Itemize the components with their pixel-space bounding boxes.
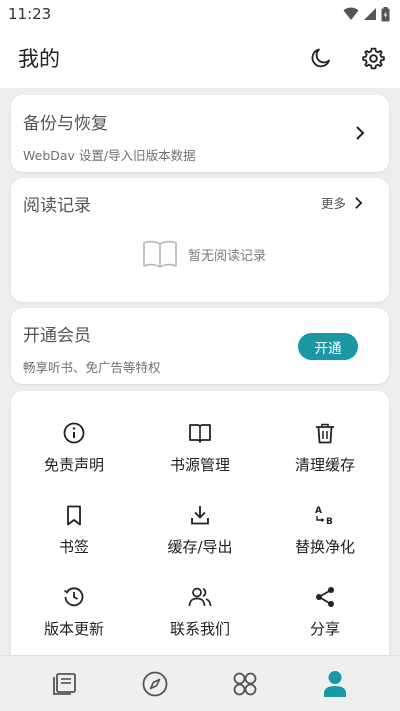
bookshelf-icon: [53, 672, 76, 695]
bottom-navigation: [0, 655, 400, 711]
reading-title: 阅读记录: [23, 196, 91, 216]
reading-empty-state: 暂无阅读记录: [142, 239, 266, 269]
empty-book-icon: [143, 240, 177, 268]
tool-book-source[interactable]: 书源管理: [140, 421, 260, 489]
page-title: 我的: [18, 47, 60, 71]
tool-cache-export[interactable]: 缓存/导出: [140, 503, 260, 571]
vip-card: 开通会员 畅享听书、免广告等特权 开通: [11, 308, 389, 384]
chevron-right-icon: [355, 196, 363, 209]
tool-label: 书签: [58, 538, 89, 556]
tool-label: 替换净化: [294, 538, 355, 556]
nav-bookshelf[interactable]: [35, 656, 95, 711]
signal-icon: [364, 8, 376, 20]
history-icon: [63, 585, 85, 609]
open-book-icon: [189, 421, 211, 445]
tool-disclaimer[interactable]: 免责声明: [14, 421, 134, 489]
tool-label: 版本更新: [43, 620, 104, 638]
battery-icon: [381, 6, 390, 21]
replace-icon: AB: [314, 503, 336, 527]
tool-bookmark[interactable]: 书签: [14, 503, 134, 571]
svg-text:A: A: [315, 506, 322, 516]
download-icon: [190, 503, 210, 527]
night-mode-icon[interactable]: [308, 45, 334, 71]
open-vip-button[interactable]: 开通: [298, 333, 358, 360]
tool-clear-cache[interactable]: 清理缓存: [265, 421, 385, 489]
svg-text:B: B: [326, 517, 333, 526]
profile-icon: [324, 670, 346, 697]
info-icon: [63, 421, 85, 445]
backup-restore-card[interactable]: 备份与恢复 WebDav 设置/导入旧版本数据: [11, 95, 389, 172]
group-icon: [188, 585, 212, 609]
tool-label: 免责声明: [43, 456, 104, 474]
vip-subtitle: 畅享听书、免广告等特权: [23, 360, 161, 375]
tool-label: 分享: [309, 620, 340, 638]
apps-icon: [233, 672, 257, 695]
tool-label: 缓存/导出: [167, 538, 233, 556]
tool-share[interactable]: 分享: [265, 585, 385, 653]
backup-title: 备份与恢复: [23, 114, 108, 134]
tools-grid: 免责声明 书源管理 清理缓存 书签 缓存/导出 AB 替换净化 版本更新 联系我…: [11, 391, 389, 661]
wifi-icon: [343, 7, 359, 20]
nav-discover[interactable]: [125, 656, 185, 711]
nav-apps[interactable]: [215, 656, 275, 711]
reading-empty-text: 暂无阅读记录: [188, 248, 267, 264]
nav-profile[interactable]: [305, 656, 365, 711]
tool-version-update[interactable]: 版本更新: [14, 585, 134, 653]
tool-contact-us[interactable]: 联系我们: [140, 585, 260, 653]
share-icon: [315, 585, 335, 609]
status-bar: 11:23: [0, 0, 400, 28]
more-link[interactable]: 更多: [321, 193, 363, 212]
app-bar-actions: [308, 45, 386, 71]
settings-icon[interactable]: [360, 45, 386, 71]
chevron-right-icon: [356, 126, 365, 140]
trash-icon: [315, 421, 335, 445]
tool-label: 书源管理: [169, 456, 230, 474]
more-label: 更多: [320, 196, 346, 211]
compass-icon: [142, 671, 168, 696]
tool-label: 清理缓存: [294, 456, 355, 474]
tool-replace-purify[interactable]: AB 替换净化: [265, 503, 385, 571]
app-bar: 我的: [0, 28, 400, 88]
vip-title: 开通会员: [23, 326, 91, 346]
reading-record-card: 阅读记录 更多 暂无阅读记录: [11, 178, 389, 302]
status-time: 11:23: [8, 5, 52, 23]
backup-subtitle: WebDav 设置/导入旧版本数据: [23, 148, 196, 163]
status-icons: [343, 6, 390, 22]
bookmark-icon: [66, 503, 82, 527]
tool-label: 联系我们: [169, 620, 230, 638]
